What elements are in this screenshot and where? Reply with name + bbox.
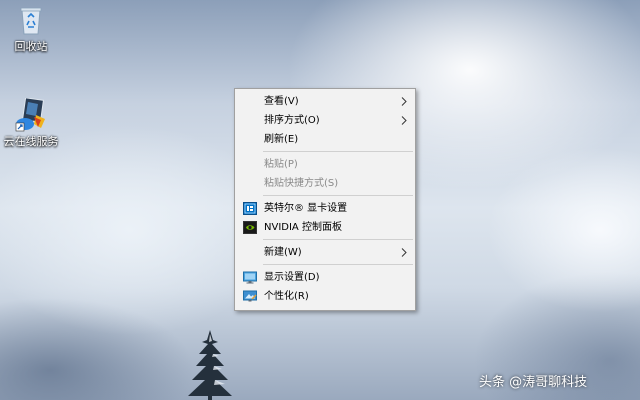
display-settings-icon xyxy=(243,271,257,284)
menu-item-label: 粘贴(P) xyxy=(264,159,298,170)
menu-item-label: 新建(W) xyxy=(264,247,302,258)
menu-item-label: NVIDIA 控制面板 xyxy=(264,222,342,233)
intel-graphics-icon xyxy=(243,202,257,215)
menu-item-display-settings[interactable]: 显示设置(D) xyxy=(235,268,415,287)
recycle-bin-icon xyxy=(14,3,48,37)
cloud-service-label: 云在线服务 xyxy=(3,135,59,148)
menu-item-label: 粘贴快捷方式(S) xyxy=(264,178,339,189)
menu-item-sort-by[interactable]: 排序方式(O) xyxy=(235,111,415,130)
menu-item-label: 查看(V) xyxy=(264,96,299,107)
menu-separator xyxy=(263,151,413,152)
menu-separator xyxy=(263,239,413,240)
menu-item-label: 个性化(R) xyxy=(264,291,309,302)
menu-item-new[interactable]: 新建(W) xyxy=(235,243,415,262)
personalize-icon xyxy=(243,290,257,302)
menu-item-intel-graphics[interactable]: 英特尔® 显卡设置 xyxy=(235,199,415,218)
cloud-service-icon xyxy=(14,97,48,132)
tree-silhouette xyxy=(188,330,232,400)
cloud-service-desktop-icon[interactable]: 云在线服务 xyxy=(0,97,63,148)
recycle-bin-label: 回收站 xyxy=(14,40,48,53)
menu-item-view[interactable]: 查看(V) xyxy=(235,92,415,111)
desktop-context-menu: 查看(V) 排序方式(O) 刷新(E) 粘贴(P) 粘贴快捷方式(S) 英特尔®… xyxy=(234,88,416,311)
menu-item-label: 显示设置(D) xyxy=(264,272,320,283)
menu-separator xyxy=(263,264,413,265)
chevron-right-icon xyxy=(401,248,407,257)
menu-item-personalize[interactable]: 个性化(R) xyxy=(235,287,415,306)
chevron-right-icon xyxy=(401,116,407,125)
menu-item-paste-shortcut[interactable]: 粘贴快捷方式(S) xyxy=(235,174,415,193)
nvidia-icon xyxy=(243,221,257,234)
menu-item-refresh[interactable]: 刷新(E) xyxy=(235,130,415,149)
menu-item-paste[interactable]: 粘贴(P) xyxy=(235,155,415,174)
chevron-right-icon xyxy=(401,97,407,106)
menu-separator xyxy=(263,195,413,196)
menu-item-nvidia-control-panel[interactable]: NVIDIA 控制面板 xyxy=(235,218,415,237)
menu-item-label: 英特尔® 显卡设置 xyxy=(264,203,348,214)
menu-item-label: 刷新(E) xyxy=(264,134,299,145)
watermark-text: 头条 @涛哥聊科技 xyxy=(479,375,588,390)
recycle-bin-desktop-icon[interactable]: 回收站 xyxy=(0,3,63,53)
menu-item-label: 排序方式(O) xyxy=(264,115,320,126)
